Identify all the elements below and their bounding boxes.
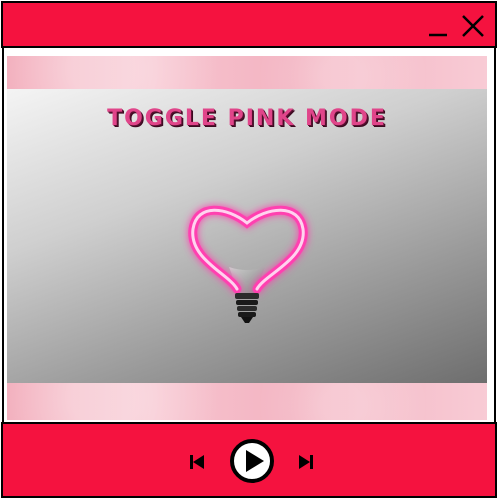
play-button[interactable] — [229, 438, 275, 484]
close-button[interactable] — [458, 11, 488, 41]
previous-button[interactable] — [188, 453, 206, 471]
app-window: TOGGLE PINK MODE — [0, 0, 500, 500]
play-icon — [230, 439, 274, 483]
minimize-icon — [429, 33, 447, 37]
player-controls — [1, 422, 497, 498]
minimize-button[interactable] — [423, 11, 453, 41]
next-button[interactable] — [297, 453, 315, 471]
title-bar — [1, 1, 497, 48]
pink-texture-top — [7, 56, 487, 89]
close-icon — [462, 15, 484, 37]
video-stage: TOGGLE PINK MODE — [7, 89, 487, 383]
heart-light-bulb-image — [167, 189, 327, 339]
skip-previous-icon — [190, 455, 204, 469]
pink-texture-bottom — [7, 383, 487, 420]
skip-next-icon — [299, 455, 313, 469]
toggle-pink-mode-title[interactable]: TOGGLE PINK MODE — [7, 106, 487, 131]
